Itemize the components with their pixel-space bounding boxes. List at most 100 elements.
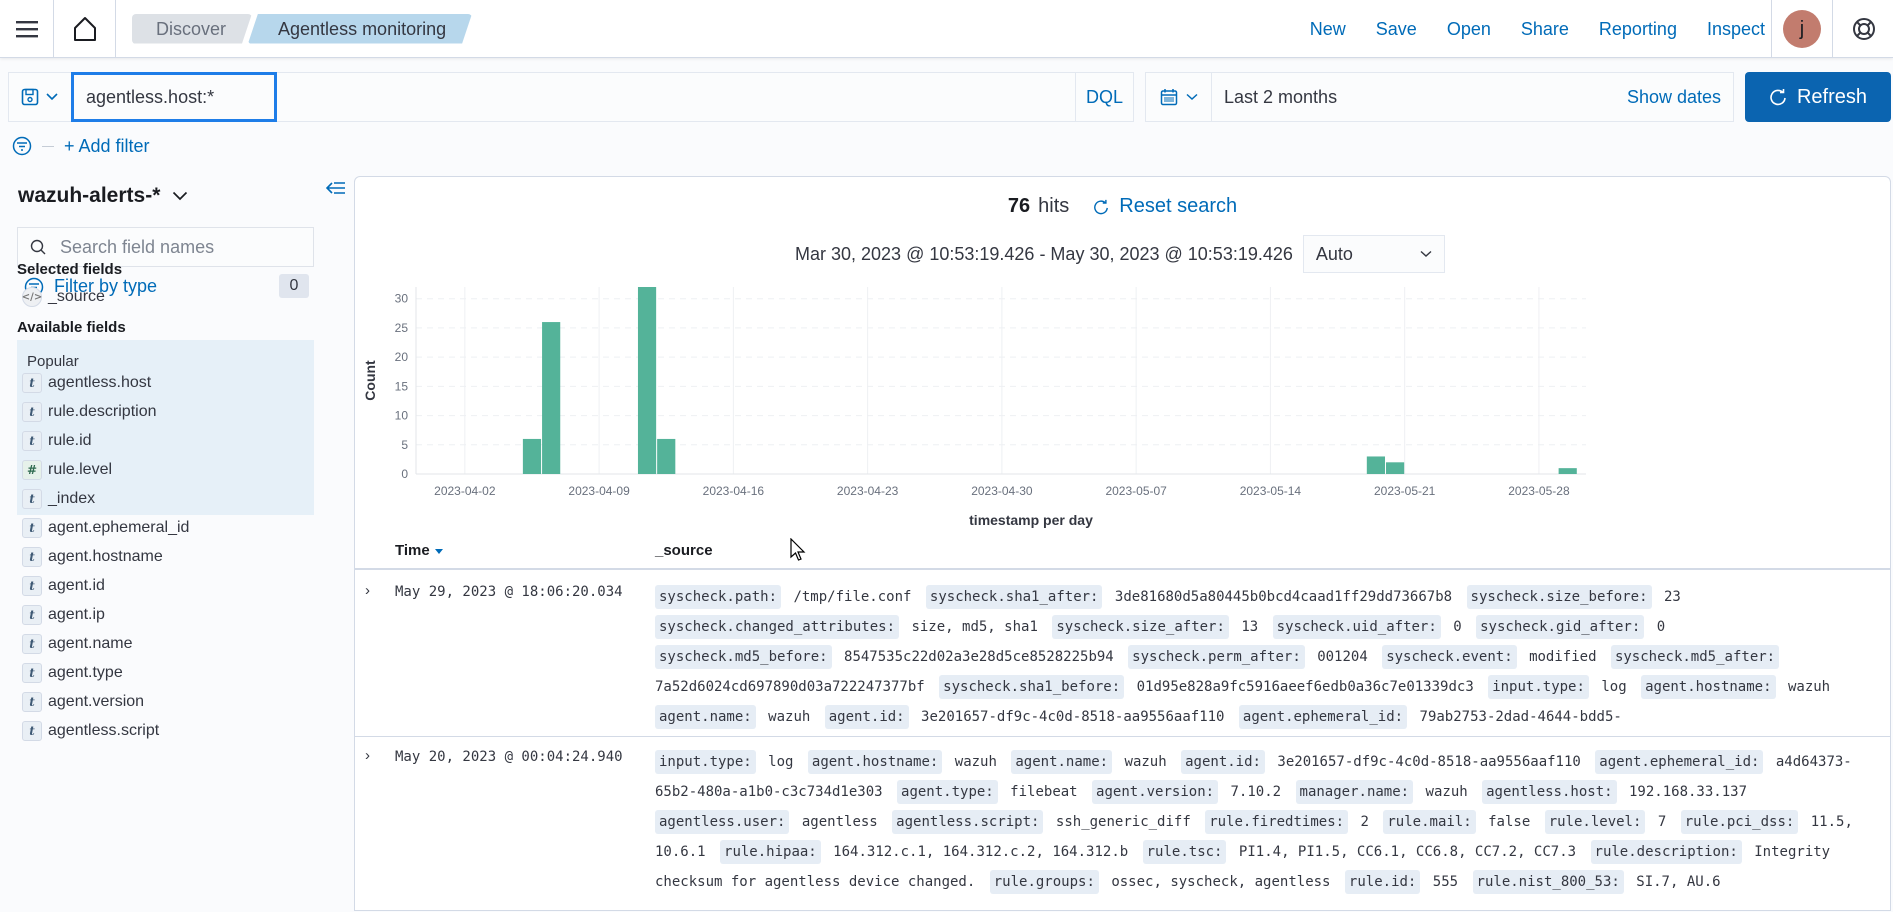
- histogram-chart: 0 5 10 15 20 25 30 2023-04-02 2023-04-09 2023-04-…: [362, 287, 1586, 528]
- breadcrumb-current: Agentless monitoring: [248, 14, 472, 44]
- mouse-cursor-icon: [790, 538, 806, 561]
- field-item[interactable]: t rule.id: [22, 428, 92, 454]
- quick-select-button[interactable]: [1146, 73, 1212, 121]
- save-link[interactable]: Save: [1376, 19, 1417, 40]
- expand-row-icon[interactable]: ›: [365, 582, 370, 599]
- open-link[interactable]: Open: [1447, 19, 1491, 40]
- refresh-icon: [1094, 199, 1109, 214]
- field-name: agentless.script: [48, 722, 160, 739]
- field-sidebar: wazuh-alerts-* Search field names Filter…: [0, 170, 354, 911]
- menu-button[interactable]: [0, 0, 54, 58]
- hits-count: 76: [1007, 195, 1031, 217]
- field-item[interactable]: t agent.ip: [22, 602, 105, 628]
- source-field-value: 3e201657-df9c-4c0d-8518-aa9556aaf110: [1277, 754, 1581, 770]
- save-icon: [21, 88, 39, 106]
- field-item[interactable]: t agent.version: [22, 689, 144, 715]
- new-link[interactable]: New: [1310, 19, 1346, 40]
- interval-value: Auto: [1315, 243, 1353, 264]
- string-type-icon: t: [22, 605, 42, 625]
- source-field-key: syscheck.changed_attributes:: [655, 615, 900, 639]
- source-field-key: rule.firedtimes:: [1205, 810, 1349, 834]
- x-axis-title: timestamp per day: [969, 512, 1093, 528]
- source-field-value: wazuh: [1787, 679, 1831, 695]
- field-name: agent.name: [48, 635, 133, 652]
- date-picker: Last 2 months Show dates: [1145, 72, 1734, 122]
- sort-down-icon: [434, 548, 443, 554]
- source-field-value: size, md5, sha1: [911, 619, 1038, 635]
- index-pattern-selector[interactable]: wazuh-alerts-*: [18, 184, 188, 208]
- avatar[interactable]: j: [1783, 10, 1821, 48]
- source-field-value: wazuh: [768, 709, 811, 725]
- histogram-bar: [1366, 456, 1385, 474]
- source-field-key: agent.name:: [1011, 750, 1113, 774]
- string-type-icon: t: [22, 402, 42, 422]
- show-dates-button[interactable]: Show dates: [1627, 87, 1721, 108]
- date-range-label[interactable]: Last 2 months: [1224, 87, 1337, 108]
- field-item-source[interactable]: </> _source: [22, 284, 105, 310]
- field-item[interactable]: t agent.ephemeral_id: [22, 515, 189, 541]
- source-field-value: 01d95e828a9fc5916aeef6edb0a36c7e01339dc3: [1136, 679, 1474, 695]
- help-icon[interactable]: [1851, 16, 1877, 42]
- field-item[interactable]: t agent.hostname: [22, 544, 163, 570]
- reporting-link[interactable]: Reporting: [1599, 19, 1677, 40]
- source-field-value: agentless: [801, 814, 878, 830]
- field-item[interactable]: t _index: [22, 486, 95, 512]
- source-field-key: rule.description:: [1590, 840, 1742, 864]
- time-range-row: Mar 30, 2023 @ 10:53:19.426 - May 30, 20…: [795, 235, 1445, 273]
- field-item[interactable]: t agentless.host: [22, 370, 151, 396]
- add-filter-button[interactable]: + Add filter: [64, 136, 150, 157]
- source-field-value: log: [1601, 679, 1627, 695]
- saved-query-button[interactable]: [9, 73, 71, 121]
- source-field-key: agent.name:: [655, 705, 756, 729]
- source-field-key: agent.id:: [1181, 750, 1265, 774]
- search-placeholder: Search field names: [60, 236, 215, 257]
- search-query-input[interactable]: agentless.host:*: [71, 72, 277, 122]
- refresh-button[interactable]: Refresh: [1745, 72, 1891, 122]
- row-timestamp: May 29, 2023 @ 18:06:20.034: [395, 584, 623, 600]
- source-field-key: rule.mail:: [1383, 810, 1476, 834]
- reset-search-button[interactable]: Reset search: [1093, 195, 1237, 218]
- field-name: _source: [48, 288, 105, 305]
- field-item[interactable]: t agentless.script: [22, 718, 159, 744]
- source-field-key: rule.level:: [1544, 810, 1646, 834]
- source-field-value: modified: [1529, 649, 1597, 665]
- field-item[interactable]: t rule.description: [22, 399, 157, 425]
- source-field-key: agent.hostname:: [807, 750, 943, 774]
- y-tick-label: 0: [401, 467, 408, 481]
- interval-select[interactable]: Auto: [1302, 235, 1445, 273]
- collapse-sidebar-icon[interactable]: [326, 180, 346, 196]
- source-field-value: wazuh: [954, 754, 997, 770]
- y-tick-label: 5: [401, 438, 408, 452]
- source-type-icon: </>: [22, 287, 42, 307]
- string-type-icon: t: [22, 576, 42, 596]
- source-field-value: PI1.4, PI1.5, CC6.1, CC6.8, CC7.2, CC7.3: [1238, 844, 1577, 860]
- string-type-icon: t: [22, 692, 42, 712]
- hits-label: hits: [1038, 195, 1070, 217]
- expand-row-icon[interactable]: ›: [365, 747, 370, 764]
- source-field-value: ssh_generic_diff: [1055, 814, 1191, 830]
- source-field-key: agentless.user:: [655, 810, 790, 834]
- column-header-time[interactable]: Time: [395, 542, 444, 559]
- breadcrumb-discover[interactable]: Discover: [132, 14, 252, 44]
- field-item[interactable]: t agent.id: [22, 573, 105, 599]
- y-tick-label: 30: [395, 292, 409, 306]
- source-field-key: agentless.host:: [1482, 780, 1617, 804]
- source-field-value: ossec, syscheck, agentless: [1111, 874, 1331, 890]
- query-language-button[interactable]: DQL: [1075, 73, 1133, 121]
- filter-options-icon[interactable]: [12, 136, 32, 156]
- field-item[interactable]: t agent.name: [22, 631, 133, 657]
- table-row: › May 20, 2023 @ 00:04:24.940 input.type…: [355, 737, 1890, 912]
- source-field-key: syscheck.sha1_after:: [925, 585, 1103, 609]
- user-menu[interactable]: j: [1771, 0, 1833, 58]
- share-link[interactable]: Share: [1521, 19, 1569, 40]
- home-button[interactable]: [54, 0, 116, 58]
- source-field-key: syscheck.sha1_before:: [939, 675, 1125, 699]
- field-item[interactable]: t agent.type: [22, 660, 123, 686]
- source-field-value: 7.10.2: [1230, 784, 1282, 800]
- breadcrumb: Discover Agentless monitoring: [132, 14, 472, 44]
- inspect-link[interactable]: Inspect: [1707, 19, 1765, 40]
- x-tick-label: 2023-05-07: [1105, 484, 1167, 498]
- field-name: agent.ip: [48, 606, 105, 623]
- field-item[interactable]: # rule.level: [22, 457, 112, 483]
- source-field-value: 0: [1453, 619, 1462, 635]
